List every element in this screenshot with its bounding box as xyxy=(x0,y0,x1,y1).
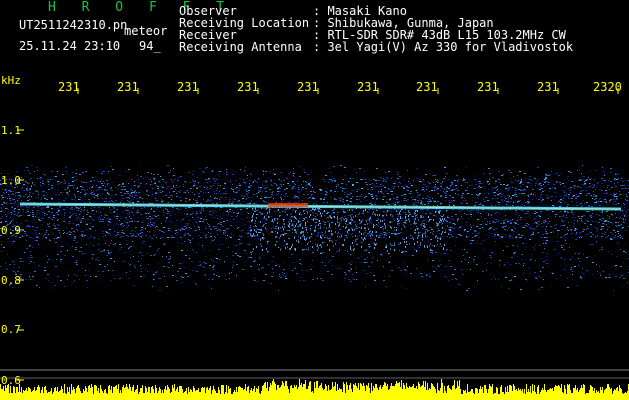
amplitude-bars xyxy=(0,379,629,400)
y-tick-6: 0.6 xyxy=(1,374,21,387)
carrier-signal-core xyxy=(19,203,622,210)
x-tick-6: 231 xyxy=(357,80,379,94)
noise-band xyxy=(0,165,629,291)
y-tick-5: 0.7 xyxy=(1,323,21,336)
x-tick-4: 231 xyxy=(237,80,259,94)
y-axis-unit: kHz xyxy=(1,74,21,87)
x-tick-5: 231 xyxy=(297,80,319,94)
antenna-value: : 3el Yagi(V) Az 330 for Vladivostok xyxy=(313,40,574,54)
x-tick-10: 2320 xyxy=(593,80,622,94)
meteor-tag: meteor xyxy=(124,24,168,38)
x-tick-7: 231 xyxy=(416,80,438,94)
spectrogram-waterfall xyxy=(0,88,629,400)
y-tick-3: 0.9 xyxy=(1,224,21,237)
signal-hotspot xyxy=(268,203,308,207)
antenna-label: Receiving Antenna xyxy=(179,40,302,54)
x-tick-9: 231 xyxy=(537,80,559,94)
y-tick-1: 1.1 xyxy=(1,124,21,137)
y-tick-4: 0.8 xyxy=(1,274,21,287)
x-tick-3: 231 xyxy=(177,80,199,94)
timestamp-label: 25.11.24 23:10 xyxy=(19,39,121,53)
filename-label: UT2511242310.pn xyxy=(19,18,128,32)
x-tick-1: 231 xyxy=(58,80,80,94)
count-label: 94_ xyxy=(139,39,161,53)
x-tick-8: 231 xyxy=(477,80,499,94)
y-tick-2: 1.0 xyxy=(1,174,21,187)
x-tick-2: 231 xyxy=(117,80,139,94)
